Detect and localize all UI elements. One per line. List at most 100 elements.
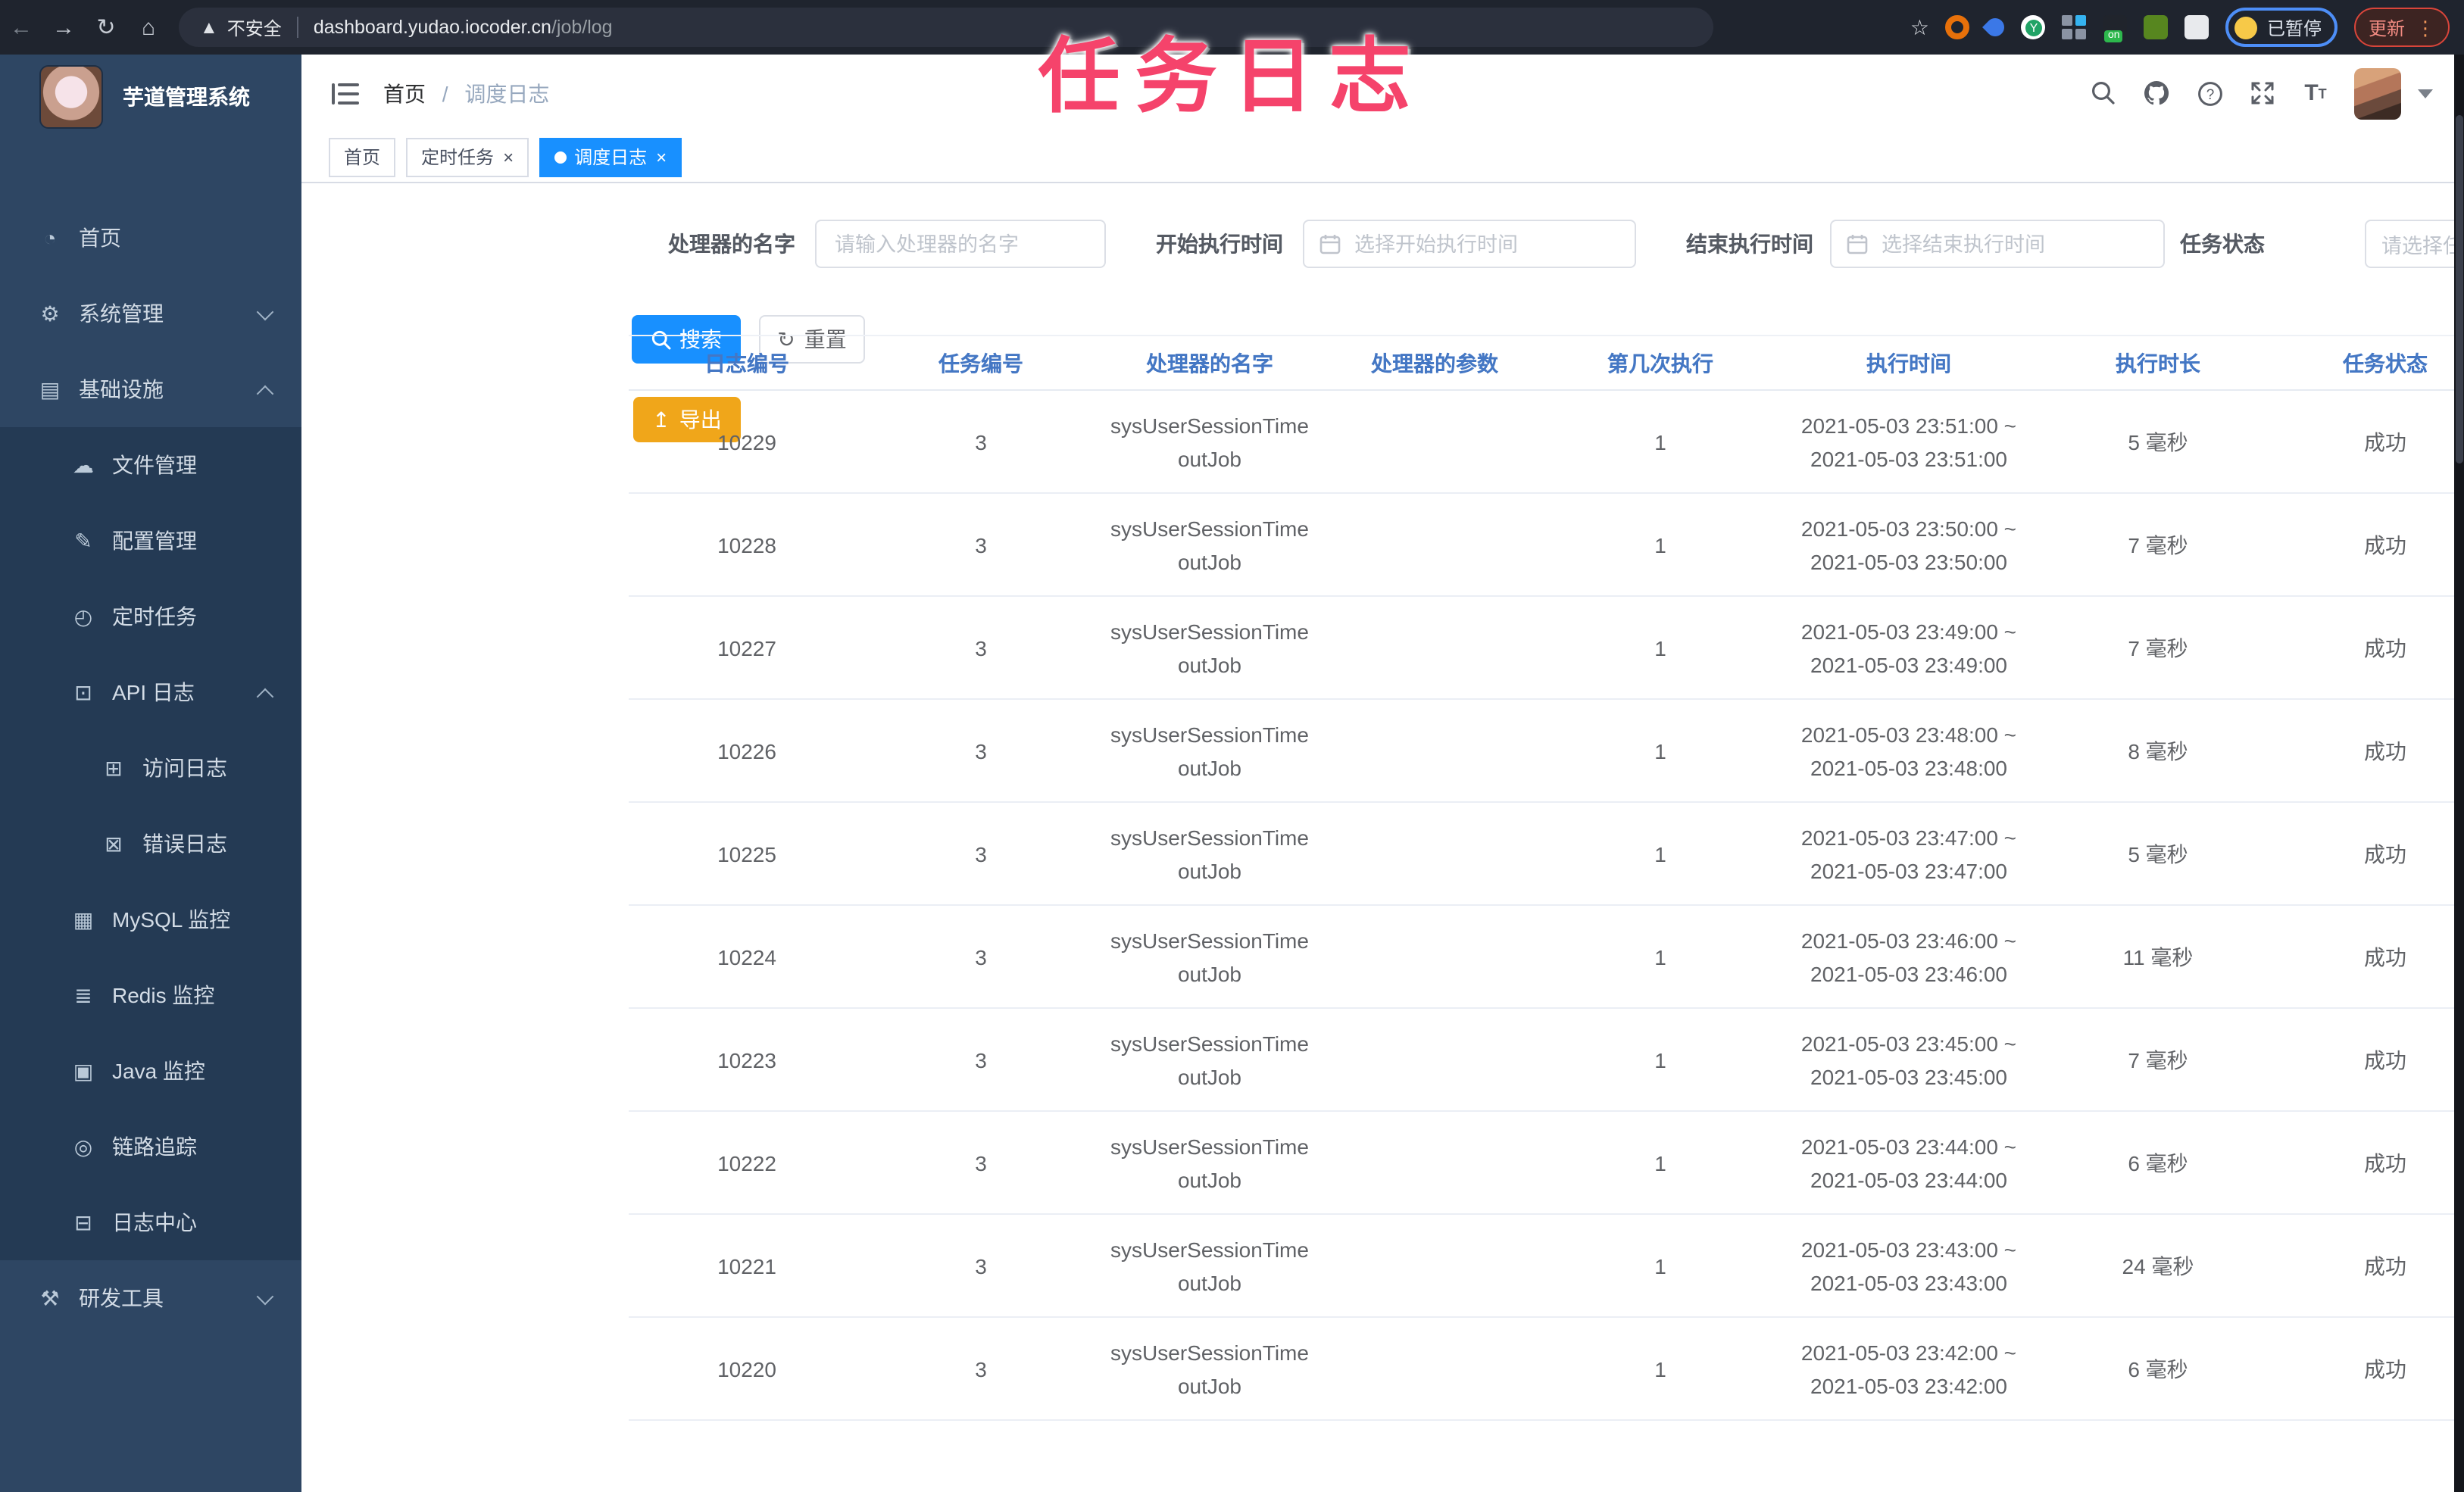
page-scrollbar[interactable]	[2453, 55, 2464, 1492]
user-avatar[interactable]	[2353, 67, 2400, 119]
sidebar-item-label: 定时任务	[112, 604, 197, 629]
exec-time-end: 2021-05-03 23:44:00	[1810, 1167, 2007, 1191]
browser-home-icon[interactable]: ⌂	[127, 14, 170, 40]
paused-label: 已暂停	[2266, 17, 2322, 39]
view-tab-首页[interactable]: 首页	[329, 137, 396, 176]
extension-icon[interactable]	[2144, 15, 2169, 39]
sidebar-item-api-日志[interactable]: ⊡ API 日志	[0, 654, 301, 730]
fullscreen-icon[interactable]	[2247, 78, 2278, 108]
browser-back-icon[interactable]: ←	[0, 14, 42, 40]
cell-handler-name: sysUserSessionTimeoutJob	[1110, 722, 1309, 779]
cell-status: 成功	[2364, 1150, 2406, 1175]
start-time-input[interactable]	[1351, 231, 1619, 257]
github-icon[interactable]	[2141, 78, 2172, 108]
breadcrumb-home[interactable]: 首页	[383, 81, 426, 105]
browser-update-button[interactable]: 更新 ⋮	[2354, 8, 2449, 47]
exec-time-end: 2021-05-03 23:46:00	[1810, 961, 2007, 985]
browser-menu-icon: ⋮	[2416, 16, 2435, 39]
job-status-select[interactable]: 请选择任务状态	[2365, 220, 2464, 268]
font-size-icon[interactable]: TT	[2300, 78, 2331, 108]
cell-job-id: 3	[975, 1253, 987, 1278]
security-warning-icon: ▲	[200, 17, 218, 38]
cell-exec-index: 1	[1654, 1356, 1666, 1381]
cell-job-id: 3	[975, 1047, 987, 1072]
start-time-field[interactable]	[1303, 220, 1636, 268]
sidebar-item-mysql-监控[interactable]: ▦ MySQL 监控	[0, 882, 301, 957]
exec-time-start: 2021-05-03 23:50:00 ~	[1800, 516, 2017, 540]
column-header: 执行时长	[2116, 351, 2200, 375]
sidebar-toggle-icon[interactable]	[332, 83, 359, 104]
exec-time-start: 2021-05-03 23:48:00 ~	[1800, 722, 2017, 746]
extension-icon[interactable]: Y	[2021, 15, 2046, 39]
cell-log-id: 10220	[717, 1356, 776, 1381]
cell-exec-time: 2021-05-03 23:44:00 ~ 2021-05-03 23:44:0…	[1774, 1129, 2044, 1196]
sidebar-item-label: 文件管理	[112, 453, 197, 477]
tab-close-icon[interactable]: ×	[656, 148, 667, 166]
address-bar[interactable]: ▲ 不安全 dashboard.yudao.iocoder.cn /job/lo…	[179, 8, 1713, 47]
extension-icon[interactable]	[1945, 15, 1970, 39]
end-time-input[interactable]	[1878, 231, 2148, 257]
app-logo-row[interactable]: 芋道管理系统	[0, 55, 301, 139]
view-tab-定时任务[interactable]: 定时任务 ×	[406, 137, 529, 176]
sidebar-item-label: 系统管理	[79, 301, 164, 326]
job-status-label: 任务状态	[2180, 232, 2265, 256]
cell-exec-time: 2021-05-03 23:46:00 ~ 2021-05-03 23:46:0…	[1774, 923, 2044, 990]
browser-forward-icon[interactable]: →	[42, 14, 85, 40]
column-header: 第几次执行	[1607, 351, 1713, 375]
extensions-puzzle-icon[interactable]	[2184, 15, 2209, 39]
bookmark-star-icon[interactable]: ☆	[1910, 14, 1929, 40]
breadcrumb-current: 调度日志	[464, 81, 550, 105]
handler-name-input[interactable]	[832, 231, 1089, 257]
search-icon[interactable]	[2088, 78, 2119, 108]
cell-log-id: 10228	[717, 532, 776, 557]
cell-exec-index: 1	[1654, 429, 1666, 454]
extension-icon[interactable]	[1982, 14, 2009, 40]
sidebar-item-错误日志[interactable]: ⊠ 错误日志	[0, 806, 301, 882]
sidebar-item-文件管理[interactable]: ☁ 文件管理	[0, 427, 301, 503]
user-menu-caret-icon[interactable]	[2417, 89, 2432, 98]
help-icon[interactable]: ?	[2194, 78, 2225, 108]
sidebar-item-基础设施[interactable]: ▤ 基础设施	[0, 351, 301, 427]
exec-time-start: 2021-05-03 23:45:00 ~	[1800, 1031, 2017, 1055]
sidebar-item-链路追踪[interactable]: ◎ 链路追踪	[0, 1109, 301, 1185]
cell-exec-index: 1	[1654, 944, 1666, 969]
tab-close-icon[interactable]: ×	[503, 148, 514, 166]
chevron-up-icon	[256, 688, 274, 706]
exec-time-start: 2021-05-03 23:43:00 ~	[1800, 1237, 2017, 1261]
table-row: 10224 3 sysUserSessionTimeoutJob 1 2021-…	[629, 906, 2464, 1009]
cell-exec-time: 2021-05-03 23:49:00 ~ 2021-05-03 23:49:0…	[1774, 614, 2044, 681]
sidebar-item-redis-监控[interactable]: ≣ Redis 监控	[0, 957, 301, 1033]
cell-job-id: 3	[975, 635, 987, 660]
view-tab-调度日志[interactable]: 调度日志 ×	[539, 137, 682, 176]
browser-toolbar: ← → ↻ ⌂ ▲ 不安全 dashboard.yudao.iocoder.cn…	[0, 0, 2464, 55]
cell-log-id: 10227	[717, 635, 776, 660]
cell-handler-name: sysUserSessionTimeoutJob	[1110, 928, 1309, 985]
handler-name-field[interactable]	[815, 220, 1106, 268]
extension-icon[interactable]: on	[2103, 15, 2128, 42]
sidebar-item-系统管理[interactable]: ⚙ 系统管理	[0, 276, 301, 351]
cell-status: 成功	[2364, 738, 2406, 763]
cell-status: 成功	[2364, 1253, 2406, 1278]
cell-log-id: 10222	[717, 1150, 776, 1175]
sidebar-item-访问日志[interactable]: ⊞ 访问日志	[0, 730, 301, 806]
sidebar-item-日志中心[interactable]: ⊟ 日志中心	[0, 1185, 301, 1260]
sidebar-item-首页[interactable]: ◔ 首页	[0, 200, 301, 276]
calendar-icon	[1319, 233, 1341, 254]
redis-monitor-icon: ≣	[74, 982, 92, 1007]
sidebar-menu: ◔ 首页 ⚙ 系统管理 ▤ 基础设施 ☁ 文件管理 ✎ 配置管理 ◴ 定时任务 …	[0, 200, 301, 1336]
sidebar-item-java-监控[interactable]: ▣ Java 监控	[0, 1033, 301, 1109]
end-time-field[interactable]	[1830, 220, 2165, 268]
profile-paused-badge[interactable]: 已暂停	[2225, 8, 2338, 47]
sidebar-item-研发工具[interactable]: ⚒ 研发工具	[0, 1260, 301, 1336]
exec-time-end: 2021-05-03 23:47:00	[1810, 858, 2007, 882]
main-area: 首页 / 调度日志 ? TT 首页 定时任务 × 调度日志 × 处理器的名字 请…	[301, 55, 2464, 1492]
extension-icon[interactable]	[2062, 15, 2087, 39]
url-divider	[296, 17, 298, 38]
error-log-icon: ⊠	[105, 831, 123, 855]
column-header: 任务状态	[2343, 351, 2428, 375]
sidebar-item-定时任务[interactable]: ◴ 定时任务	[0, 579, 301, 654]
column-header: 任务编号	[938, 351, 1023, 375]
browser-reload-icon[interactable]: ↻	[85, 14, 127, 41]
scrollbar-thumb[interactable]	[2455, 115, 2462, 464]
sidebar-item-配置管理[interactable]: ✎ 配置管理	[0, 503, 301, 579]
